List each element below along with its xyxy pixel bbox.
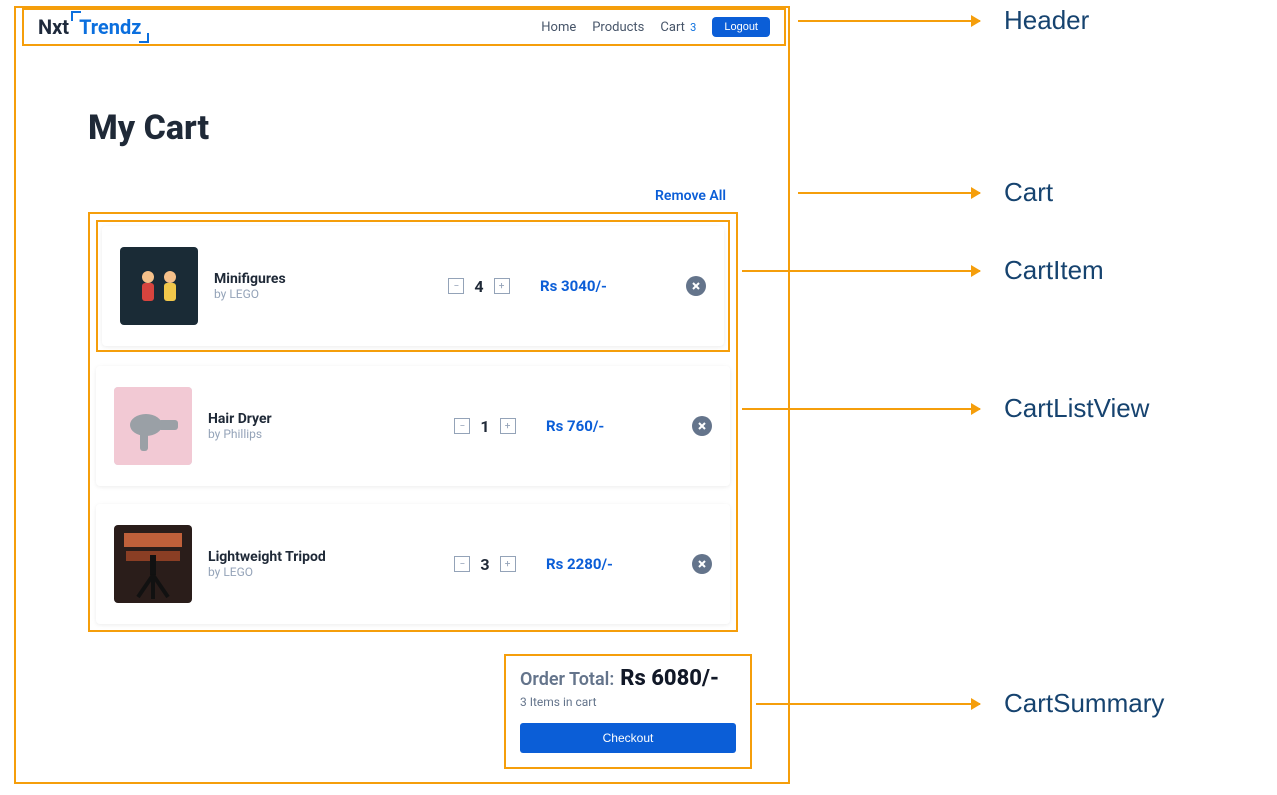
quantity-control: − 3 + xyxy=(440,555,530,574)
annotation-arrow xyxy=(756,703,980,705)
close-icon xyxy=(697,421,707,431)
decrement-button[interactable]: − xyxy=(454,556,470,572)
nav-cart-label: Cart xyxy=(660,20,685,35)
decrement-button[interactable]: − xyxy=(448,278,464,294)
close-icon xyxy=(697,559,707,569)
item-brand: by LEGO xyxy=(214,287,418,301)
nav-cart[interactable]: Cart 3 xyxy=(660,20,696,35)
logo-text-2: Trendz xyxy=(73,15,147,39)
cart-summary: Order Total: Rs 6080/- 3 Items in cart C… xyxy=(504,654,752,769)
logo: Nxt Trendz xyxy=(38,15,147,39)
tripod-icon xyxy=(114,525,192,603)
logo-text-1: Nxt xyxy=(38,15,69,39)
item-info: Lightweight Tripod by LEGO xyxy=(208,549,424,579)
cart-item-annotation-box: Minifigures by LEGO − 4 + Rs 3040/- xyxy=(96,220,730,352)
increment-button[interactable]: + xyxy=(500,556,516,572)
item-info: Hair Dryer by Phillips xyxy=(208,411,424,441)
item-thumbnail xyxy=(120,247,198,325)
close-icon xyxy=(691,281,701,291)
item-price: Rs 2280/- xyxy=(546,555,656,573)
summary-amount: Rs 6080/- xyxy=(620,666,719,691)
remove-all-button[interactable]: Remove All xyxy=(655,188,726,204)
minifigures-icon xyxy=(120,247,198,325)
cart-item: Minifigures by LEGO − 4 + Rs 3040/- xyxy=(102,226,724,346)
annotation-label-header: Header xyxy=(1004,5,1089,36)
quantity-control: − 4 + xyxy=(434,277,524,296)
item-title: Hair Dryer xyxy=(208,411,424,427)
hair-dryer-icon xyxy=(114,387,192,465)
item-title: Lightweight Tripod xyxy=(208,549,424,565)
annotation-label-cartlist: CartListView xyxy=(1004,393,1149,424)
item-info: Minifigures by LEGO xyxy=(214,271,418,301)
item-brand: by LEGO xyxy=(208,565,424,579)
decrement-button[interactable]: − xyxy=(454,418,470,434)
nav-home[interactable]: Home xyxy=(541,20,576,35)
remove-item-button[interactable] xyxy=(692,554,712,574)
annotation-arrow xyxy=(798,20,980,22)
quantity-value: 3 xyxy=(480,555,489,574)
nav: Home Products Cart 3 Logout xyxy=(541,17,770,37)
summary-label: Order Total: xyxy=(520,669,614,690)
logout-button[interactable]: Logout xyxy=(712,17,770,37)
summary-count: 3 Items in cart xyxy=(520,695,736,709)
cart-count-badge: 3 xyxy=(690,21,696,34)
nav-products[interactable]: Products xyxy=(592,20,644,35)
cart-item: Hair Dryer by Phillips − 1 + Rs 760/- xyxy=(96,366,730,486)
quantity-value: 4 xyxy=(474,277,483,296)
increment-button[interactable]: + xyxy=(494,278,510,294)
cart-item: Lightweight Tripod by LEGO − 3 + Rs 2280… xyxy=(96,504,730,624)
item-price: Rs 3040/- xyxy=(540,277,650,295)
annotation-arrow xyxy=(798,192,980,194)
item-brand: by Phillips xyxy=(208,427,424,441)
item-price: Rs 760/- xyxy=(546,417,656,435)
summary-total-line: Order Total: Rs 6080/- xyxy=(520,666,736,691)
annotation-label-cart: Cart xyxy=(1004,177,1053,208)
app-container: Nxt Trendz Home Products Cart 3 Logout M… xyxy=(14,6,790,784)
page-title: My Cart xyxy=(88,108,209,148)
cart-list-view: Minifigures by LEGO − 4 + Rs 3040/- xyxy=(88,212,738,632)
header: Nxt Trendz Home Products Cart 3 Logout xyxy=(24,10,784,44)
item-thumbnail xyxy=(114,525,192,603)
header-annotation-box: Nxt Trendz Home Products Cart 3 Logout xyxy=(22,8,786,46)
checkout-button[interactable]: Checkout xyxy=(520,723,736,753)
increment-button[interactable]: + xyxy=(500,418,516,434)
remove-item-button[interactable] xyxy=(692,416,712,436)
remove-item-button[interactable] xyxy=(686,276,706,296)
annotation-label-cartitem: CartItem xyxy=(1004,255,1104,286)
annotation-label-summary: CartSummary xyxy=(1004,688,1164,719)
quantity-control: − 1 + xyxy=(440,417,530,436)
annotation-arrow xyxy=(742,270,980,272)
annotation-arrow xyxy=(742,408,980,410)
item-thumbnail xyxy=(114,387,192,465)
quantity-value: 1 xyxy=(480,417,489,436)
item-title: Minifigures xyxy=(214,271,418,287)
